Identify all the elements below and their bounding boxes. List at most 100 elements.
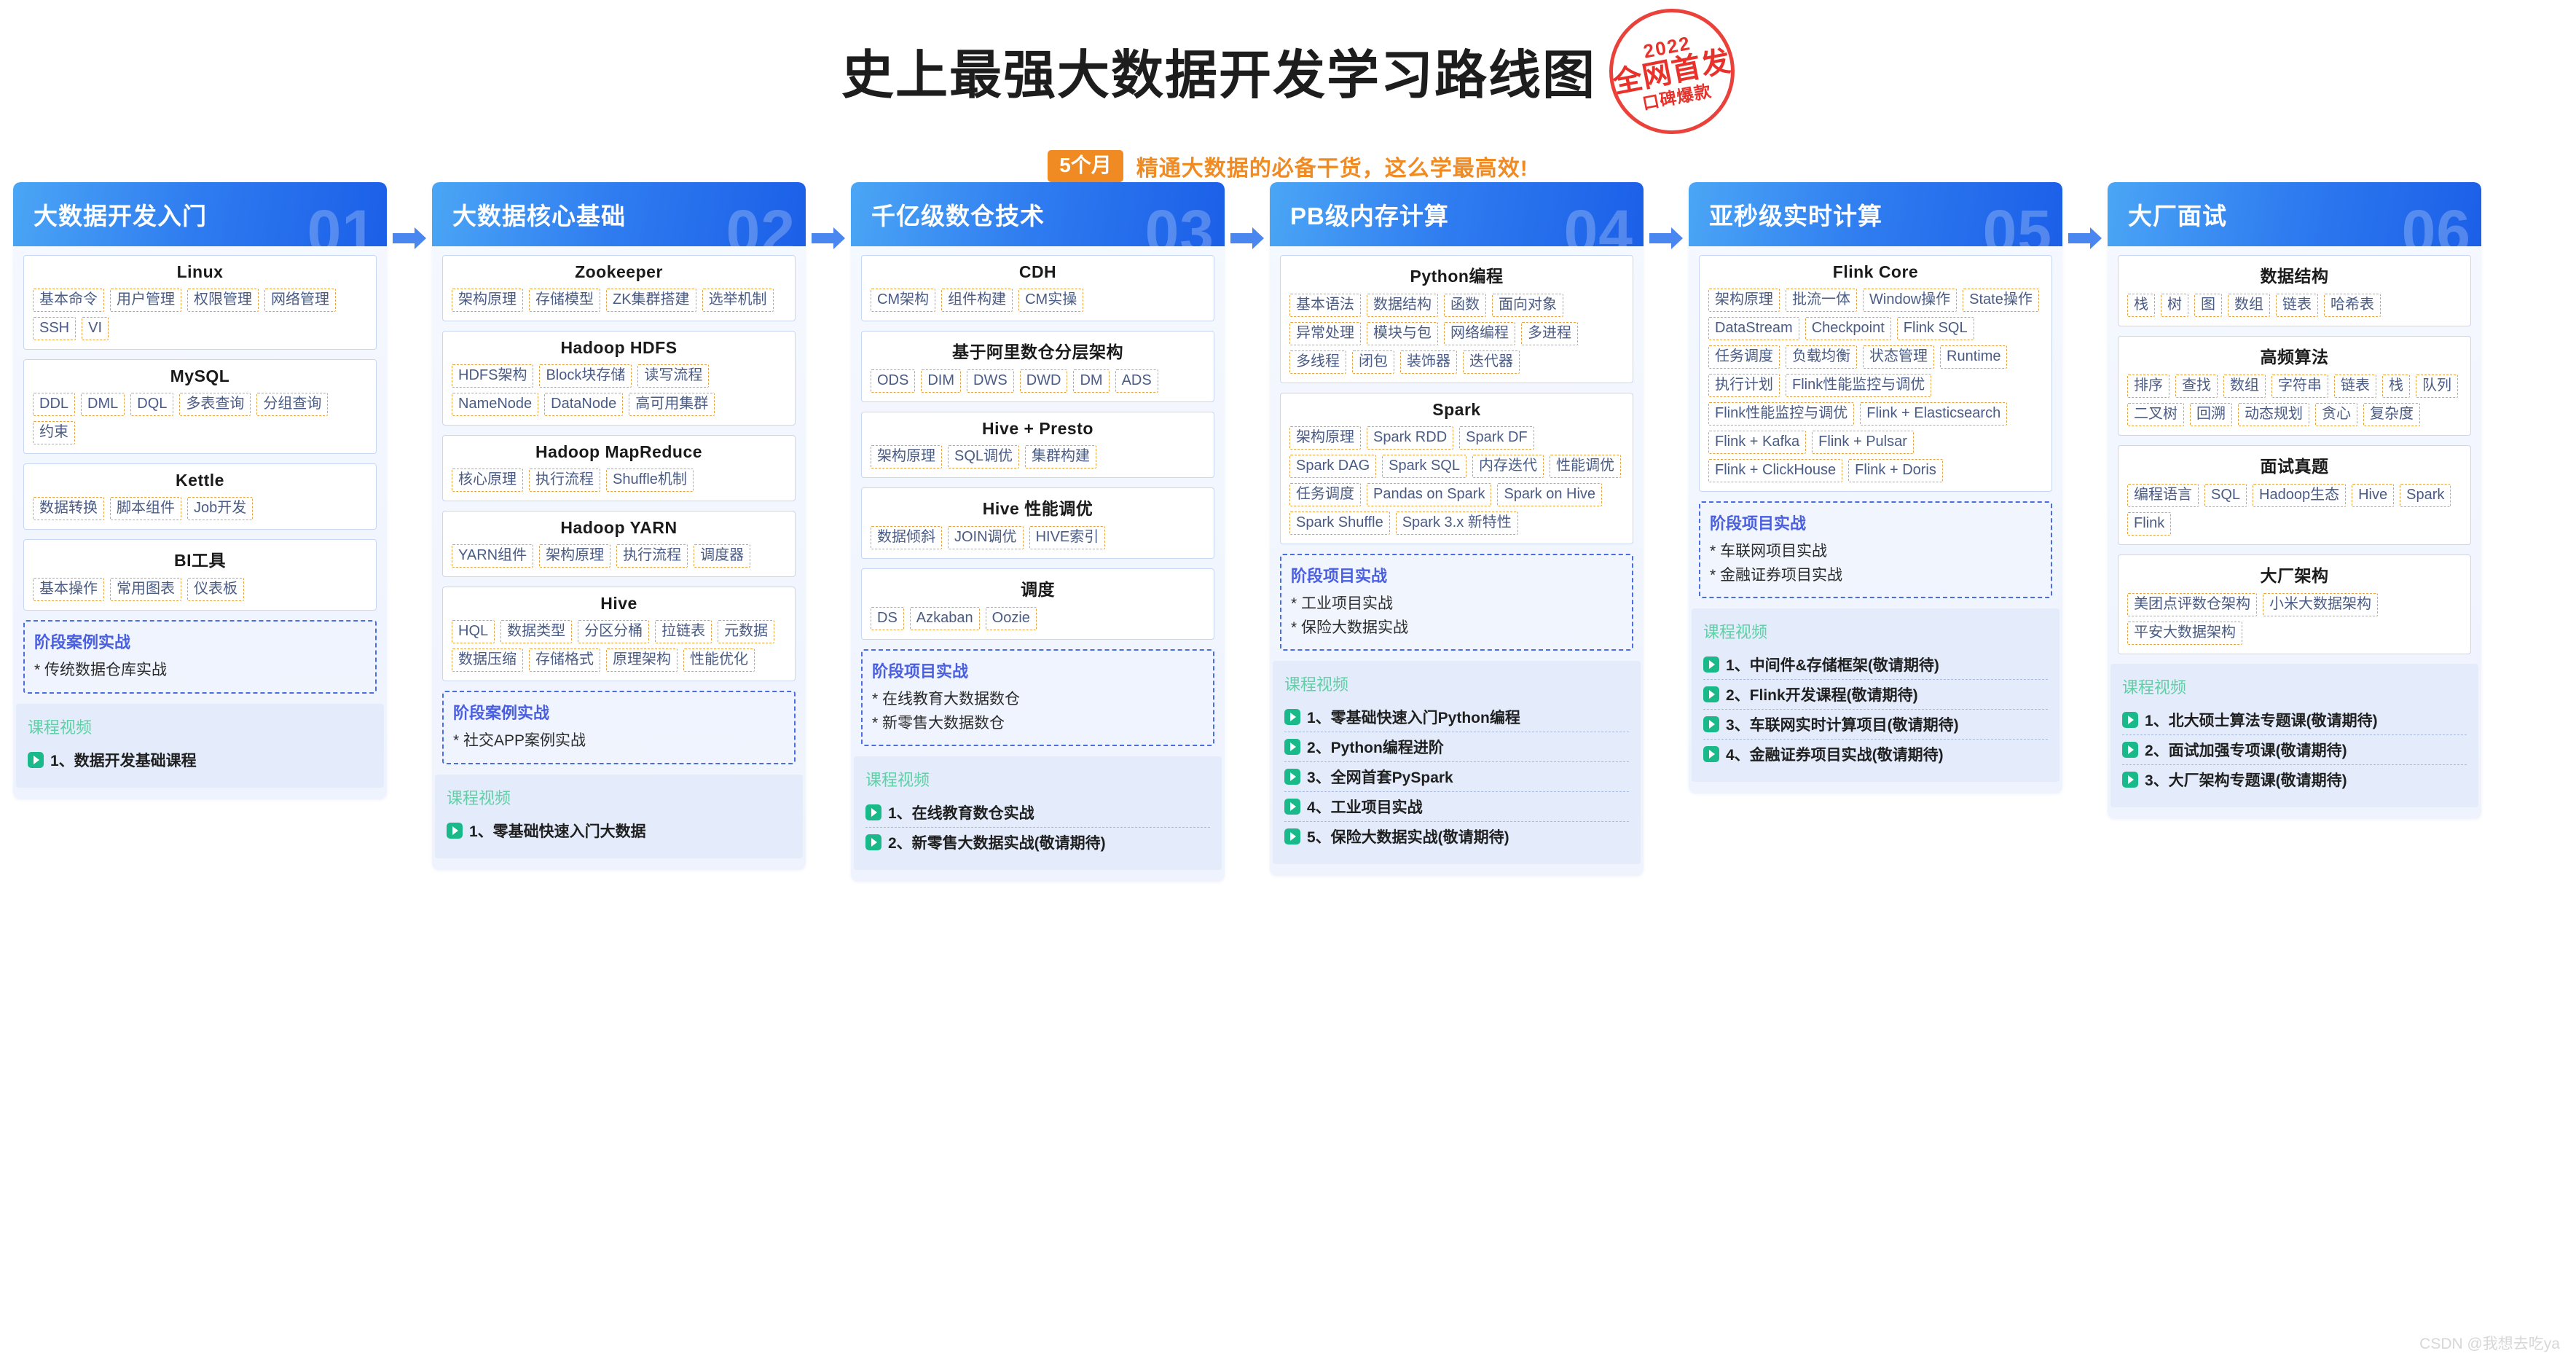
- topic-tag[interactable]: Shuffle机制: [606, 469, 694, 492]
- topic-tag[interactable]: 核心原理: [452, 469, 523, 492]
- topic-tag[interactable]: Block块存储: [539, 364, 632, 388]
- topic-tag[interactable]: Flink + Kafka: [1708, 431, 1807, 454]
- topic-tag[interactable]: 平安大数据架构: [2127, 622, 2242, 645]
- topic-tag[interactable]: 脚本组件: [110, 497, 181, 520]
- topic-tag[interactable]: 分组查询: [256, 393, 329, 416]
- topic-tag[interactable]: Hive: [2352, 484, 2395, 507]
- topic-tag[interactable]: 架构原理: [539, 544, 611, 568]
- topic-tag[interactable]: 高可用集群: [629, 393, 715, 416]
- topic-tag[interactable]: Flink + ClickHouse: [1708, 459, 1843, 482]
- topic-tag[interactable]: 栈: [2382, 375, 2410, 398]
- topic-tag[interactable]: 状态管理: [1863, 345, 1934, 369]
- topic-tag[interactable]: 架构原理: [871, 445, 942, 469]
- topic-tag[interactable]: 读写流程: [637, 364, 710, 388]
- topic-tag[interactable]: YARN组件: [452, 544, 534, 568]
- topic-tag[interactable]: Flink + Doris: [1848, 459, 1943, 482]
- course-video-item[interactable]: 2、Flink开发课程(敬请期待): [1703, 679, 2048, 709]
- topic-tag[interactable]: Flink + Elasticsearch: [1860, 402, 2008, 426]
- topic-tag[interactable]: 执行流程: [616, 544, 688, 568]
- topic-tag[interactable]: Spark 3.x 新特性: [1395, 512, 1518, 535]
- topic-tag[interactable]: Flink + Pulsar: [1812, 431, 1914, 454]
- topic-tag[interactable]: ZK集群搭建: [606, 289, 696, 312]
- topic-tag[interactable]: 网络编程: [1444, 322, 1515, 345]
- topic-tag[interactable]: DM: [1073, 369, 1110, 393]
- topic-tag[interactable]: Spark: [2400, 484, 2451, 507]
- topic-tag[interactable]: 数据压缩: [452, 648, 523, 672]
- topic-tag[interactable]: 迭代器: [1463, 350, 1520, 374]
- topic-tag[interactable]: 数据类型: [500, 620, 573, 643]
- topic-tag[interactable]: 性能优化: [683, 648, 755, 672]
- course-video-item[interactable]: 5、保险大数据实战(敬请期待): [1284, 821, 1629, 851]
- topic-tag[interactable]: Checkpoint: [1805, 317, 1891, 340]
- topic-tag[interactable]: 回溯: [2190, 403, 2232, 426]
- topic-tag[interactable]: 仪表板: [187, 578, 244, 601]
- topic-tag[interactable]: 基本命令: [33, 289, 104, 312]
- topic-tag[interactable]: 约束: [33, 421, 75, 444]
- course-video-item[interactable]: 2、面试加强专项课(敬请期待): [2122, 734, 2467, 764]
- topic-tag[interactable]: 字符串: [2271, 375, 2328, 398]
- course-video-item[interactable]: 3、大厂架构专题课(敬请期待): [2122, 764, 2467, 794]
- topic-tag[interactable]: 查找: [2175, 375, 2218, 398]
- topic-tag[interactable]: CM架构: [871, 289, 936, 312]
- topic-tag[interactable]: 链表: [2334, 375, 2376, 398]
- topic-tag[interactable]: 存储模型: [529, 289, 600, 312]
- topic-tag[interactable]: 装饰器: [1400, 350, 1457, 374]
- topic-tag[interactable]: 异常处理: [1289, 322, 1361, 345]
- topic-tag[interactable]: DWS: [967, 369, 1014, 393]
- topic-tag[interactable]: 元数据: [718, 620, 775, 643]
- topic-tag[interactable]: 栈: [2127, 294, 2155, 317]
- topic-tag[interactable]: 排序: [2127, 375, 2169, 398]
- topic-tag[interactable]: 选举机制: [702, 289, 774, 312]
- topic-tag[interactable]: DS: [871, 607, 904, 630]
- topic-tag[interactable]: 复杂度: [2363, 403, 2420, 426]
- topic-tag[interactable]: 批流一体: [1786, 289, 1857, 312]
- course-video-item[interactable]: 1、数据开发基础课程: [28, 745, 372, 775]
- topic-tag[interactable]: 负载均衡: [1786, 345, 1857, 369]
- topic-tag[interactable]: HQL: [452, 620, 495, 643]
- topic-tag[interactable]: 哈希表: [2324, 294, 2381, 317]
- topic-tag[interactable]: 分区分桶: [578, 620, 650, 643]
- topic-tag[interactable]: SSH: [33, 317, 76, 340]
- topic-tag[interactable]: 架构原理: [1708, 289, 1780, 312]
- topic-tag[interactable]: Spark DAG: [1289, 455, 1377, 478]
- topic-tag[interactable]: CM实操: [1018, 289, 1084, 312]
- topic-tag[interactable]: 存储格式: [529, 648, 600, 672]
- topic-tag[interactable]: Spark SQL: [1382, 455, 1466, 478]
- course-video-item[interactable]: 1、零基础快速入门Python编程: [1284, 702, 1629, 732]
- topic-tag[interactable]: 编程语言: [2127, 484, 2199, 507]
- topic-tag[interactable]: 常用图表: [110, 578, 181, 601]
- topic-tag[interactable]: 内存迭代: [1472, 455, 1544, 478]
- topic-tag[interactable]: 调度器: [694, 544, 751, 568]
- topic-tag[interactable]: DataNode: [544, 393, 624, 416]
- topic-tag[interactable]: 面向对象: [1492, 294, 1563, 317]
- topic-tag[interactable]: 闭包: [1352, 350, 1394, 374]
- topic-tag[interactable]: 贪心: [2315, 403, 2357, 426]
- topic-tag[interactable]: 执行计划: [1708, 374, 1780, 397]
- course-video-item[interactable]: 4、工业项目实战: [1284, 791, 1629, 821]
- topic-tag[interactable]: ODS: [871, 369, 916, 393]
- topic-tag[interactable]: 函数: [1444, 294, 1486, 317]
- topic-tag[interactable]: 组件构建: [941, 289, 1013, 312]
- topic-tag[interactable]: 权限管理: [187, 289, 259, 312]
- topic-tag[interactable]: 执行流程: [529, 469, 600, 492]
- topic-tag[interactable]: 小米大数据架构: [2263, 593, 2378, 616]
- topic-tag[interactable]: 多线程: [1289, 350, 1346, 374]
- topic-tag[interactable]: 任务调度: [1708, 345, 1780, 369]
- course-video-item[interactable]: 4、金融证券项目实战(敬请期待): [1703, 739, 2048, 769]
- topic-tag[interactable]: 数组: [2228, 294, 2270, 317]
- topic-tag[interactable]: HIVE索引: [1029, 526, 1106, 549]
- topic-tag[interactable]: 图: [2194, 294, 2222, 317]
- topic-tag[interactable]: 数据倾斜: [871, 526, 942, 549]
- topic-tag[interactable]: SQL: [2204, 484, 2247, 507]
- topic-tag[interactable]: Azkaban: [909, 607, 980, 630]
- topic-tag[interactable]: Job开发: [187, 497, 254, 520]
- topic-tag[interactable]: DataStream: [1708, 317, 1799, 340]
- topic-tag[interactable]: 模块与包: [1367, 322, 1438, 345]
- topic-tag[interactable]: Hadoop生态: [2253, 484, 2347, 507]
- topic-tag[interactable]: Flink性能监控与调优: [1786, 374, 1932, 397]
- topic-tag[interactable]: 架构原理: [1289, 426, 1361, 450]
- topic-tag[interactable]: SQL调优: [948, 445, 1020, 469]
- topic-tag[interactable]: ADS: [1115, 369, 1158, 393]
- topic-tag[interactable]: 数据转换: [33, 497, 104, 520]
- topic-tag[interactable]: Spark RDD: [1367, 426, 1454, 450]
